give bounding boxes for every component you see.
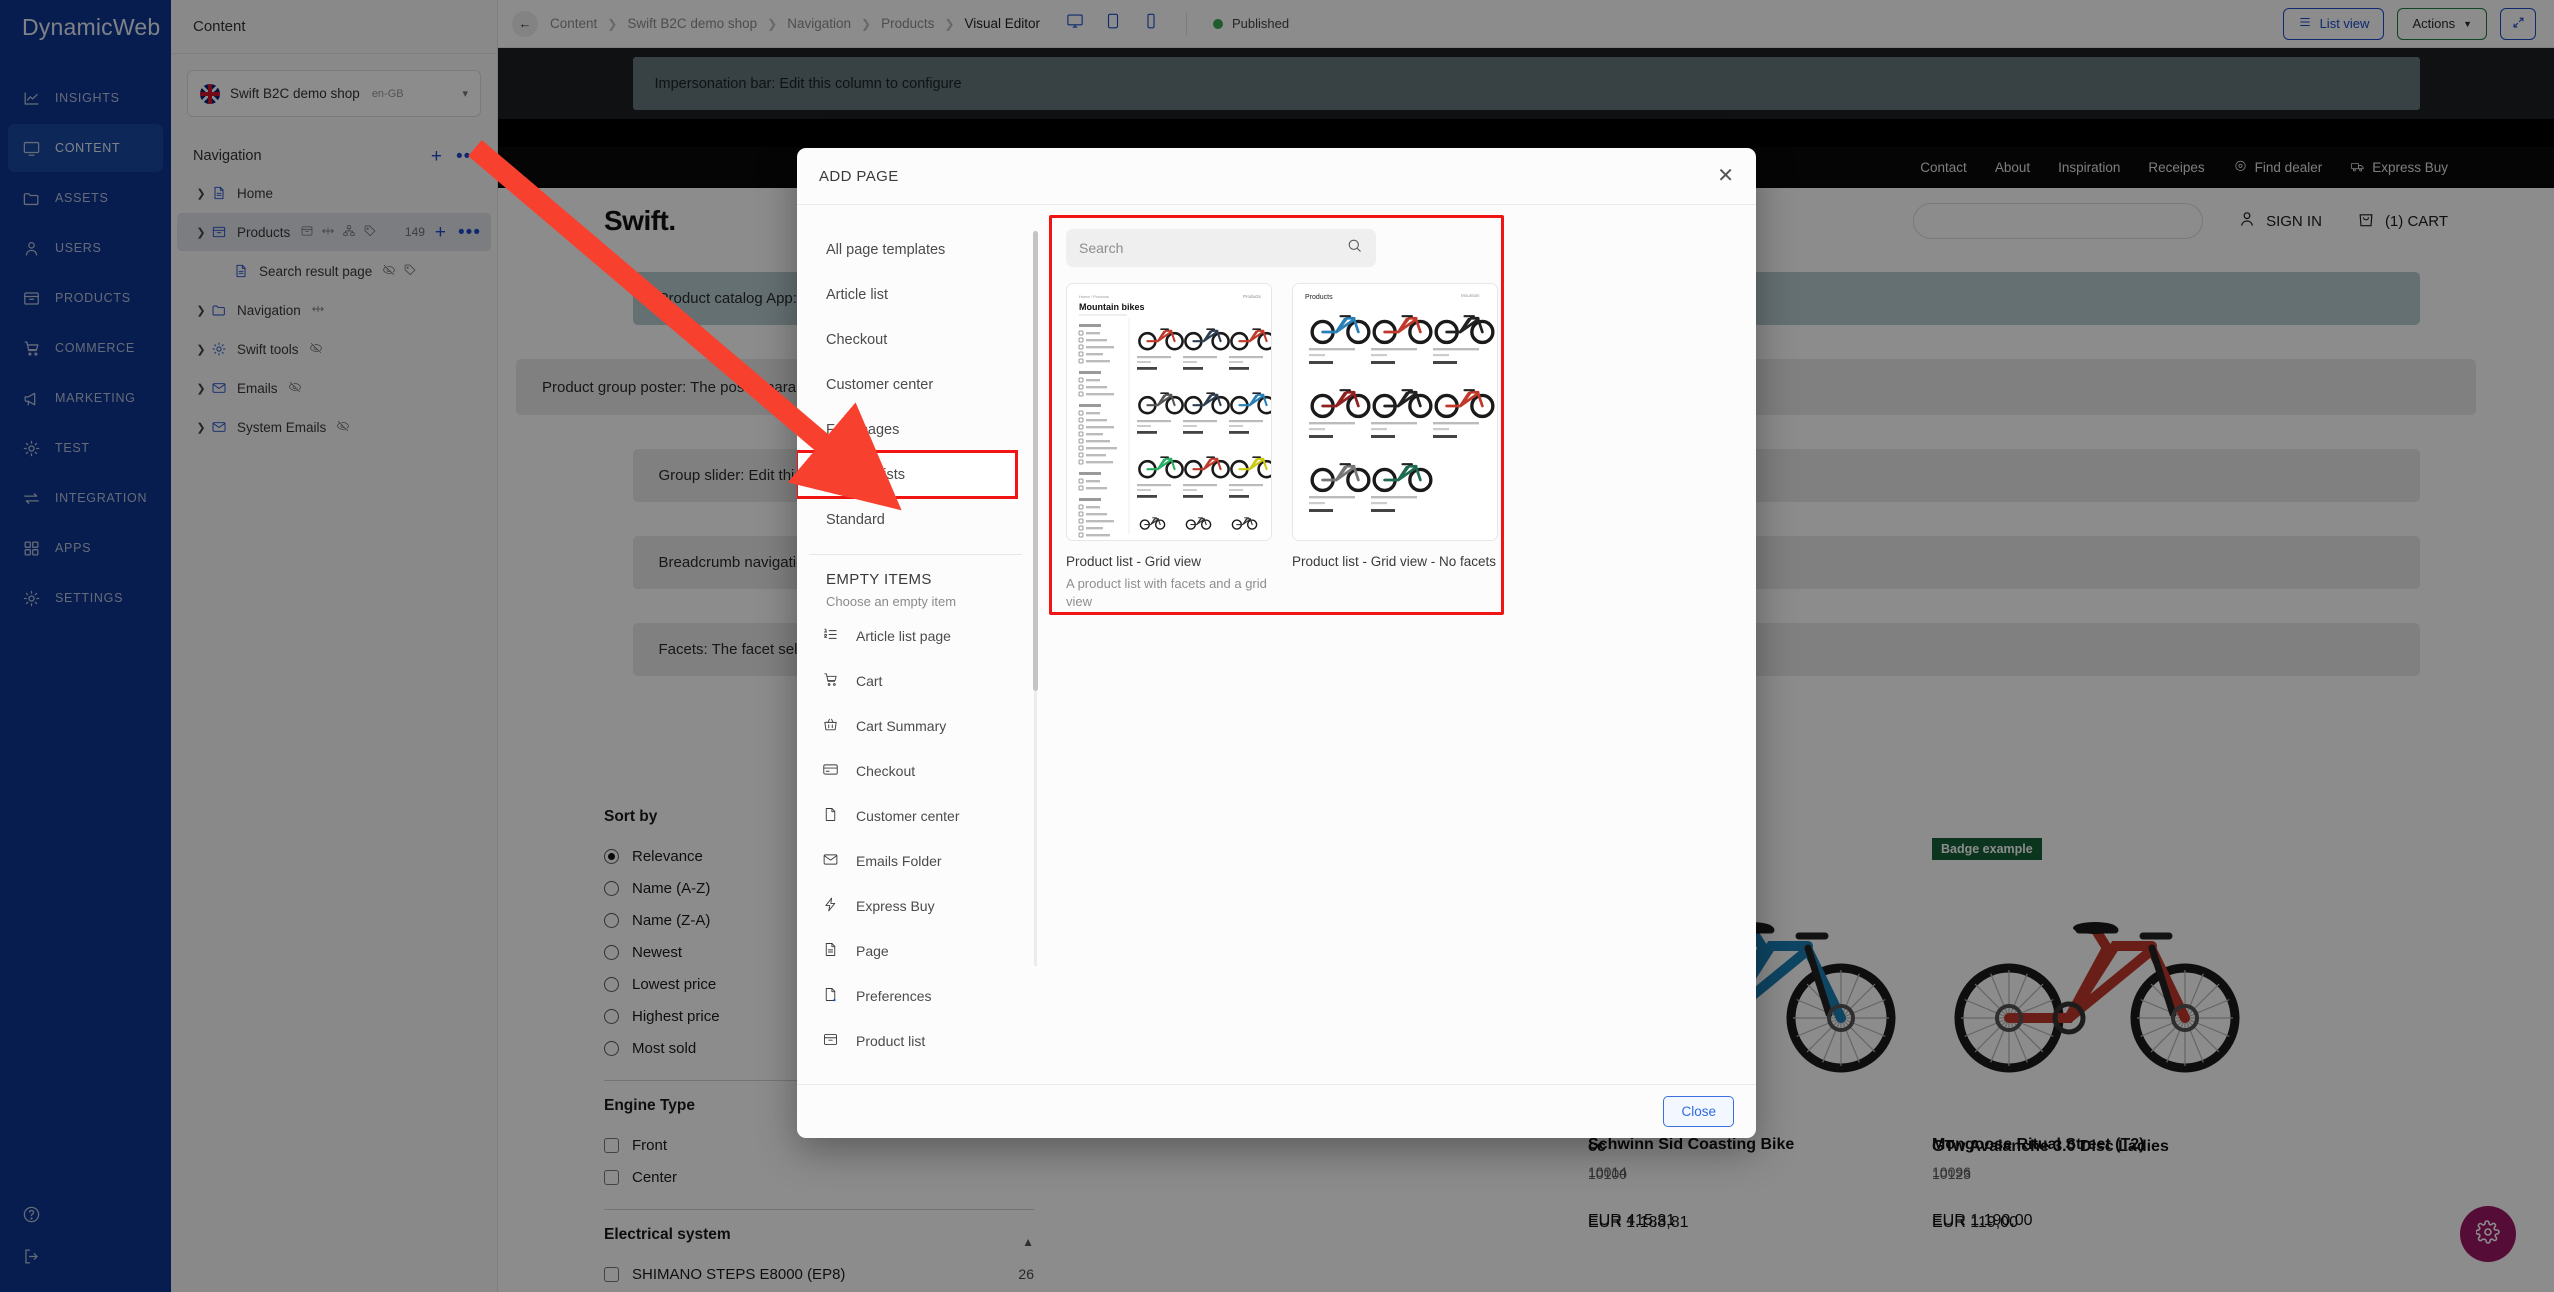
empty-item-customer center[interactable]: Customer center	[797, 793, 1044, 838]
category-label: Article list	[826, 286, 889, 303]
empty-item-preferences[interactable]: Preferences	[797, 973, 1044, 1018]
empty-items-subtitle: Choose an empty item	[826, 594, 957, 609]
template-name: Product list - Grid view - No facets	[1292, 554, 1497, 569]
category-frontpages[interactable]: Frontpages	[797, 407, 1044, 452]
dialog-header: ADD PAGE ✕	[797, 148, 1756, 205]
empty-item-label: Customer center	[856, 807, 960, 824]
basket-icon	[822, 716, 839, 736]
file-dot-icon	[822, 986, 839, 1006]
svg-text:Products: Products	[1243, 294, 1262, 299]
template-search[interactable]	[1066, 229, 1376, 267]
template-panel: Home / Products Mountain bikes Products	[1044, 205, 1756, 1084]
empty-item-label: Cart Summary	[856, 717, 947, 734]
search-icon[interactable]	[1346, 237, 1363, 259]
empty-item-label: Checkout	[856, 762, 916, 779]
template-name: Product list - Grid view	[1066, 554, 1202, 569]
empty-item-label: Page	[856, 942, 889, 959]
empty-item-checkout[interactable]: Checkout	[797, 748, 1044, 793]
category-all page templates[interactable]: All page templates	[797, 227, 1044, 272]
file-icon	[822, 806, 839, 826]
category-label: All page templates	[826, 241, 946, 258]
empty-items-header: EMPTY ITEMS Choose an empty item	[797, 555, 1044, 613]
template-card-0[interactable]: Home / Products Mountain bikes Products	[1066, 283, 1272, 610]
category-label: Standard	[826, 511, 885, 528]
empty-item-express buy[interactable]: Express Buy	[797, 883, 1044, 928]
empty-item-label: Emails Folder	[856, 852, 942, 869]
empty-item-label: Article list page	[856, 627, 951, 644]
template-card-grid: Home / Products Mountain bikes Products	[1044, 267, 1756, 610]
svg-text:Mountain bikes: Mountain bikes	[1079, 302, 1145, 312]
ordered-list-icon	[822, 626, 839, 646]
bolt-icon	[822, 896, 839, 916]
category-label: Checkout	[826, 331, 888, 348]
category-list: All page templates Article list Checkout…	[797, 227, 1044, 542]
dialog-footer: Close	[797, 1084, 1756, 1138]
app-root: DynamicWeb INSIGHTS CONTENT ASSETS USERS…	[0, 0, 2554, 1292]
empty-item-cart summary[interactable]: Cart Summary	[797, 703, 1044, 748]
category-customer center[interactable]: Customer center	[797, 362, 1044, 407]
empty-item-article list page[interactable]: Article list page	[797, 613, 1044, 658]
template-category-panel: All page templates Article list Checkout…	[797, 205, 1044, 1084]
empty-item-emails folder[interactable]: Emails Folder	[797, 838, 1044, 883]
empty-item-list: Article list page Cart Cart Summary Chec…	[797, 613, 1044, 1063]
empty-item-page[interactable]: Page	[797, 928, 1044, 973]
add-page-dialog: ADD PAGE ✕ All page templates Article li…	[797, 148, 1756, 1138]
category-label: Frontpages	[826, 421, 900, 438]
cart-icon	[822, 671, 839, 691]
close-button[interactable]: Close	[1663, 1096, 1734, 1127]
template-thumbnail: Home / Products Mountain bikes Products	[1066, 283, 1272, 541]
empty-item-product list[interactable]: Product list	[797, 1018, 1044, 1063]
template-card-1[interactable]: Products Mountain Product list - Grid vi…	[1292, 283, 1498, 610]
empty-item-label: Product list	[856, 1032, 926, 1049]
card-icon	[822, 761, 839, 781]
category-product lists[interactable]: Product lists	[797, 450, 1018, 499]
page-icon	[822, 941, 839, 961]
empty-item-cart[interactable]: Cart	[797, 658, 1044, 703]
close-icon[interactable]: ✕	[1717, 166, 1734, 186]
empty-item-label: Preferences	[856, 987, 932, 1004]
category-article list[interactable]: Article list	[797, 272, 1044, 317]
category-standard[interactable]: Standard	[797, 497, 1044, 542]
box-icon	[822, 1031, 839, 1051]
empty-item-label: Express Buy	[856, 897, 935, 914]
svg-text:Home / Products: Home / Products	[1079, 294, 1109, 299]
category-label: Customer center	[826, 376, 934, 393]
scrollbar-thumb[interactable]	[1033, 231, 1038, 691]
mail-icon	[822, 851, 839, 871]
category-checkout[interactable]: Checkout	[797, 317, 1044, 362]
empty-item-label: Cart	[856, 672, 883, 689]
category-label: Product lists	[826, 466, 905, 483]
svg-text:Mountain: Mountain	[1461, 293, 1480, 298]
empty-items-title: EMPTY ITEMS	[826, 571, 932, 588]
search-input[interactable]	[1079, 240, 1338, 256]
dialog-title: ADD PAGE	[819, 167, 899, 185]
svg-text:Products: Products	[1305, 294, 1333, 301]
template-description: A product list with facets and a grid vi…	[1066, 576, 1267, 609]
template-thumbnail: Products Mountain	[1292, 283, 1498, 541]
